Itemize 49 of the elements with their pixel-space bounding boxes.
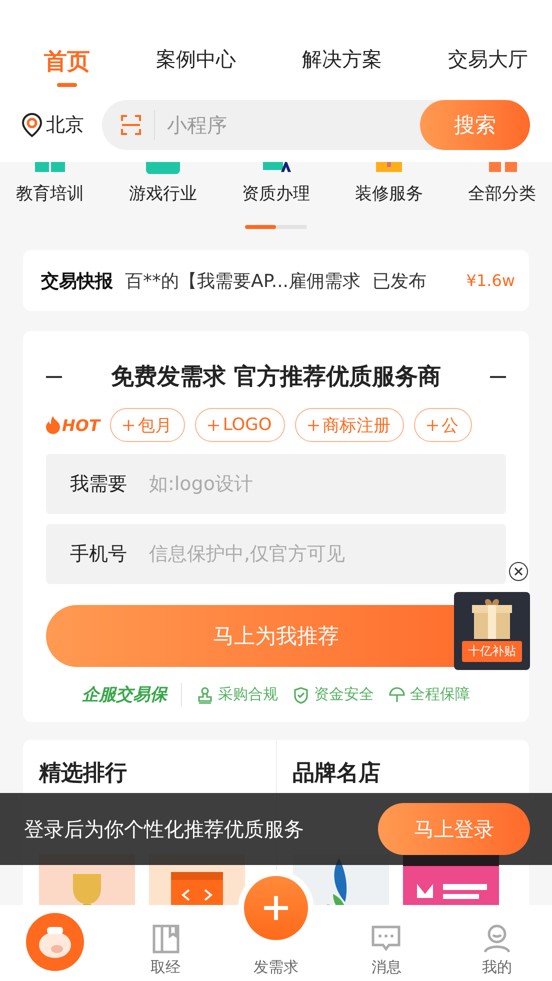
hot-label: HOT bbox=[62, 416, 100, 434]
guarantee-label: 全程保障 bbox=[410, 685, 470, 704]
text-input[interactable]: 如:logo设计 bbox=[147, 472, 506, 496]
add-button[interactable] bbox=[244, 876, 308, 940]
form-field[interactable]: 我需要 如:logo设计 bbox=[46, 454, 506, 514]
guarantee-logo: 企服交易保 bbox=[82, 683, 182, 706]
location-pin-icon[interactable] bbox=[20, 112, 44, 138]
text-input[interactable]: 信息保护中,仅官方可见 bbox=[147, 542, 506, 566]
form-field[interactable]: 手机号 信息保护中,仅官方可见 bbox=[46, 524, 506, 584]
nav-tab[interactable]: 交易大厅 bbox=[448, 46, 528, 96]
search-input[interactable]: 小程序 bbox=[154, 110, 420, 140]
umbrella-icon bbox=[388, 686, 406, 704]
tab-label: 案例中心 bbox=[156, 46, 236, 73]
tab-label: 解决方案 bbox=[302, 46, 382, 73]
nav-label[interactable]: 消息 bbox=[371, 958, 402, 977]
plus-icon bbox=[308, 420, 319, 430]
nav-label[interactable]: 我的 bbox=[482, 958, 512, 977]
toast-text: 登录后为你个性化推荐优质服务 bbox=[24, 816, 304, 842]
section-title[interactable]: 品牌名店 bbox=[292, 758, 513, 788]
guarantee-label: 采购合规 bbox=[218, 685, 278, 704]
category-label[interactable]: 资质办理 bbox=[242, 182, 310, 205]
category-label[interactable]: 教育培训 bbox=[16, 182, 84, 205]
scan-icon[interactable] bbox=[120, 114, 142, 136]
ticker-status: 已发布 bbox=[372, 270, 427, 292]
guarantee-label: 资金安全 bbox=[314, 685, 374, 704]
plus-icon bbox=[426, 420, 438, 430]
stamp-icon bbox=[196, 686, 214, 704]
nav-tab[interactable]: 解决方案 bbox=[302, 46, 382, 96]
subsidy-badge: 十亿补贴 bbox=[462, 641, 522, 662]
city-label[interactable]: 北京 bbox=[46, 112, 84, 138]
category-label[interactable]: 装修服务 bbox=[355, 182, 423, 205]
ticker-text: 百**的【我需要AP...雇佣需求 bbox=[125, 270, 361, 292]
tab-label: 交易大厅 bbox=[448, 46, 528, 73]
ticker-label: 交易快报 bbox=[41, 270, 113, 292]
page-indicator bbox=[245, 225, 307, 229]
plus-icon bbox=[122, 420, 134, 430]
nav-tab[interactable]: 案例中心 bbox=[156, 46, 236, 96]
nav-label[interactable]: 发需求 bbox=[253, 958, 298, 977]
ticker-amount: ¥1.6w bbox=[466, 271, 515, 290]
section-title[interactable]: 精选排行 bbox=[39, 758, 260, 788]
category-label[interactable]: 全部分类 bbox=[468, 182, 536, 205]
category-label[interactable]: 游戏行业 bbox=[129, 182, 197, 205]
shield-icon bbox=[292, 686, 310, 704]
tab-label: 首页 bbox=[44, 48, 90, 77]
nav-label[interactable]: 取经 bbox=[150, 958, 181, 977]
card-title: 免费发需求 官方推荐优质服务商 bbox=[110, 363, 441, 392]
news-ticker[interactable]: 交易快报 百**的【我需要AP...雇佣需求 已发布 ¥1.6w bbox=[23, 250, 529, 311]
flame-icon bbox=[46, 416, 60, 434]
plus-icon bbox=[208, 420, 219, 430]
